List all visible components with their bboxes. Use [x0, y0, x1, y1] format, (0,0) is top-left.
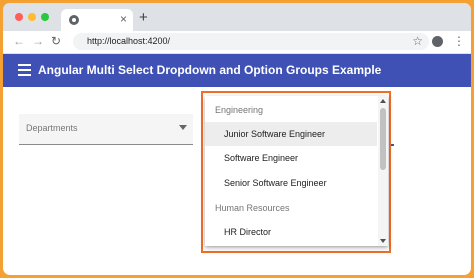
- option-hr-director[interactable]: HR Director: [205, 220, 377, 244]
- minimize-window-button[interactable]: [28, 13, 36, 21]
- option-junior-software-engineer[interactable]: Junior Software Engineer: [205, 122, 377, 146]
- close-window-button[interactable]: [15, 13, 23, 21]
- option-software-engineer[interactable]: Software Engineer: [205, 146, 377, 170]
- app-toolbar: Angular Multi Select Dropdown and Option…: [3, 54, 471, 87]
- option-label: Senior Software Engineer: [224, 178, 327, 188]
- select-underline: [391, 144, 394, 146]
- dropdown-scrollbar[interactable]: [378, 96, 388, 246]
- hamburger-menu-icon[interactable]: [18, 64, 31, 76]
- back-button[interactable]: ←: [13, 34, 25, 48]
- scrollbar-thumb[interactable]: [380, 108, 386, 170]
- address-bar-url: http://localhost:4200/: [87, 36, 171, 46]
- optgroup-label: Engineering: [215, 105, 264, 115]
- profile-avatar-icon[interactable]: [432, 36, 443, 47]
- app-title: Angular Multi Select Dropdown and Option…: [38, 63, 382, 77]
- browser-tab[interactable]: ×: [61, 9, 133, 31]
- bookmark-star-icon[interactable]: ☆: [412, 34, 423, 48]
- reload-button[interactable]: ↻: [51, 34, 61, 48]
- browser-toolbar: ← → ↻ http://localhost:4200/ ☆ ⋮: [3, 31, 471, 54]
- scroll-down-arrow-icon[interactable]: [380, 239, 386, 243]
- chevron-down-icon: [179, 125, 187, 130]
- chrome-icon: [69, 15, 79, 25]
- option-senior-software-engineer[interactable]: Senior Software Engineer: [205, 171, 377, 195]
- new-tab-button[interactable]: +: [139, 10, 148, 25]
- optgroup-label: Human Resources: [215, 203, 290, 213]
- dropdown-panel: Engineering Junior Software Engineer Sof…: [205, 96, 388, 246]
- departments-select[interactable]: Departments: [19, 114, 193, 145]
- forward-button[interactable]: →: [32, 34, 44, 48]
- departments-select-label: Departments: [26, 123, 78, 133]
- browser-menu-icon[interactable]: ⋮: [453, 34, 465, 48]
- scroll-up-arrow-icon[interactable]: [380, 99, 386, 103]
- tab-strip: × +: [3, 3, 471, 31]
- maximize-window-button[interactable]: [41, 13, 49, 21]
- close-tab-icon[interactable]: ×: [120, 12, 127, 26]
- option-label: Software Engineer: [224, 153, 299, 163]
- option-label: HR Director: [224, 227, 272, 237]
- option-label: Junior Software Engineer: [224, 129, 326, 139]
- address-bar[interactable]: http://localhost:4200/ ☆: [73, 33, 429, 50]
